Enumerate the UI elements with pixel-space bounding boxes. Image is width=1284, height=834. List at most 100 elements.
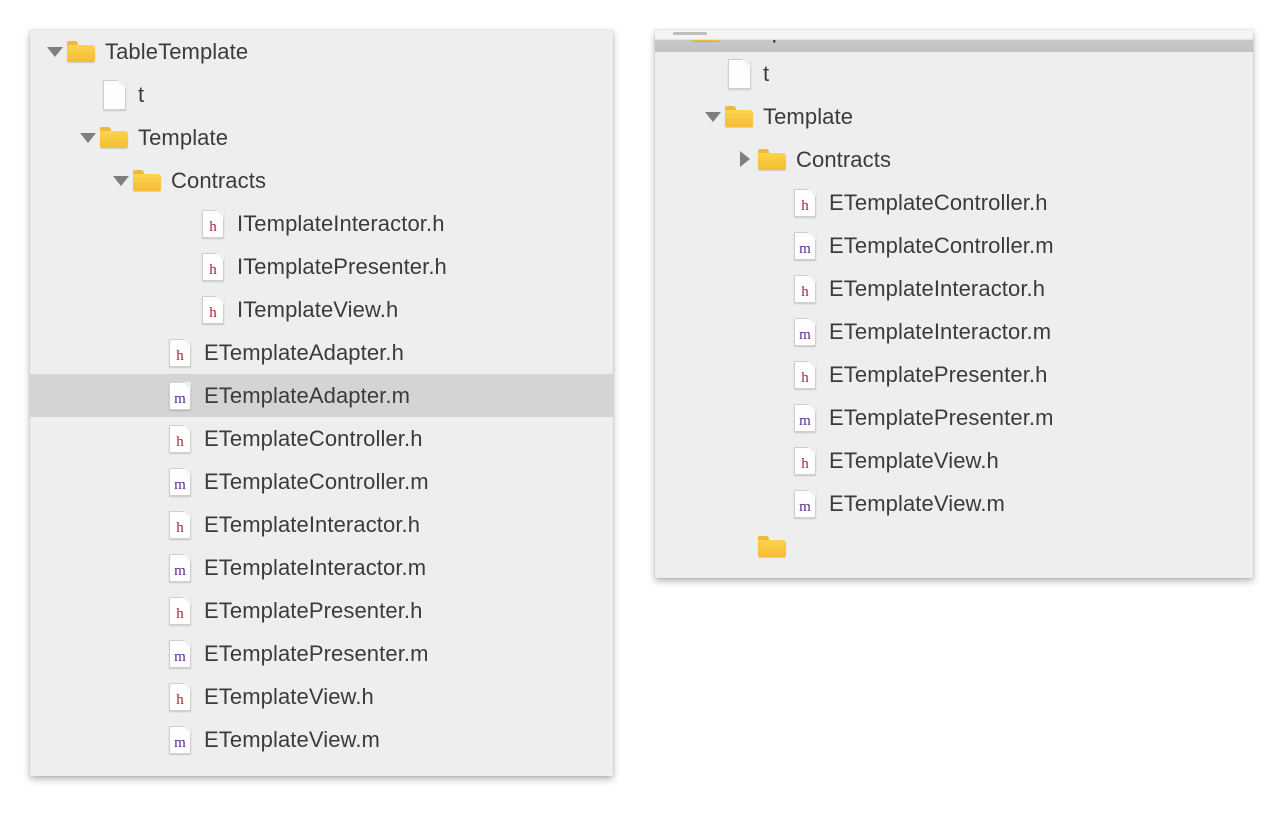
tree-row-label: ETemplateAdapter.h xyxy=(204,339,404,365)
tree-row[interactable]: h ETemplateController.h xyxy=(655,181,1253,224)
tree-row-label: Contracts xyxy=(171,167,267,193)
tree-row[interactable]: h ETemplatePresenter.h xyxy=(655,353,1253,396)
document-icon xyxy=(724,58,754,89)
folder-icon xyxy=(724,102,754,132)
tree-row[interactable]: m ETemplateAdapter.m xyxy=(30,374,613,417)
tree-row-label: ETemplateView.m xyxy=(204,726,380,752)
tree-row[interactable]: m ETemplateInteractor.m xyxy=(655,310,1253,353)
header-file-icon: h xyxy=(790,274,820,304)
tree-row-label: ETemplatePresenter.m xyxy=(204,640,429,666)
tree-row[interactable]: h ETemplateView.h xyxy=(655,439,1253,482)
header-file-icon: h xyxy=(165,338,195,368)
tree-row[interactable]: h ETemplateController.h xyxy=(30,417,613,460)
row-indent xyxy=(30,309,176,310)
header-file-icon: h xyxy=(790,446,820,476)
tree-row[interactable] xyxy=(655,525,1253,568)
disclosure-triangle-expanded-icon[interactable] xyxy=(702,95,724,138)
tree-row[interactable]: h ITemplateInteractor.h xyxy=(30,202,613,245)
disclosure-triangle-expanded-icon[interactable] xyxy=(110,159,132,202)
disclosure-triangle-expanded-icon[interactable] xyxy=(77,116,99,159)
tree-row-label: ETemplateController.h xyxy=(204,425,423,451)
disclosure-triangle-collapsed-icon[interactable] xyxy=(735,138,757,181)
file-tree-left[interactable]: TableTemplate t Template Contracts h ITemplat… xyxy=(30,30,613,761)
row-indent xyxy=(30,696,143,697)
tree-row[interactable]: h ETemplateAdapter.h xyxy=(30,331,613,374)
row-indent xyxy=(30,51,44,52)
row-indent xyxy=(30,352,143,353)
disclosure-triangle-expanded-icon[interactable] xyxy=(44,30,66,73)
tree-row[interactable]: m ETemplatePresenter.m xyxy=(30,632,613,675)
header-file-icon: h xyxy=(165,424,195,454)
tree-row[interactable]: h ITemplatePresenter.h xyxy=(30,245,613,288)
tree-row-label: ETemplatePresenter.m xyxy=(829,404,1054,430)
tree-row[interactable]: Template xyxy=(30,116,613,159)
row-indent xyxy=(30,481,143,482)
row-indent xyxy=(30,610,143,611)
tree-row[interactable]: h ETemplatePresenter.h xyxy=(30,589,613,632)
row-indent xyxy=(30,395,143,396)
row-indent xyxy=(655,159,735,160)
tree-row-label: ETemplateView.h xyxy=(829,447,999,473)
document-icon xyxy=(99,79,129,110)
tree-row-label: t xyxy=(138,81,145,107)
tree-row[interactable]: h ETemplateInteractor.h xyxy=(655,267,1253,310)
row-indent xyxy=(30,266,176,267)
tree-row[interactable]: Template xyxy=(655,95,1253,138)
tree-row[interactable]: m ETemplateInteractor.m xyxy=(30,546,613,589)
header-file-icon: h xyxy=(790,360,820,390)
row-indent xyxy=(30,653,143,654)
tree-row[interactable]: TableTemplate xyxy=(30,30,613,73)
clipped-row-stub xyxy=(673,32,707,35)
row-indent xyxy=(655,374,768,375)
file-tree-right[interactable]: TemplatetTemplateContractshETemplateCont… xyxy=(655,30,1253,568)
tree-row-label: ITemplateInteractor.h xyxy=(237,210,445,236)
folder-icon xyxy=(99,123,129,153)
tree-row[interactable]: h ETemplateView.h xyxy=(30,675,613,718)
row-indent xyxy=(30,137,77,138)
source-file-icon: m xyxy=(790,403,820,433)
row-indent xyxy=(655,503,768,504)
tree-row[interactable]: m ETemplatePresenter.m xyxy=(655,396,1253,439)
header-file-icon: h xyxy=(165,596,195,626)
row-indent xyxy=(655,245,768,246)
row-indent xyxy=(655,288,768,289)
tree-row[interactable]: h ITemplateView.h xyxy=(30,288,613,331)
tree-row[interactable]: m ETemplateController.m xyxy=(30,460,613,503)
tree-row-label: Contracts xyxy=(796,146,892,172)
folder-icon xyxy=(132,166,162,196)
source-file-icon: m xyxy=(165,725,195,755)
folder-icon xyxy=(757,532,787,562)
tree-row[interactable]: m ETemplateView.m xyxy=(655,482,1253,525)
tree-row[interactable]: t xyxy=(655,52,1253,95)
tree-row-label: Template xyxy=(138,124,229,150)
row-indent xyxy=(655,460,768,461)
project-navigator-panel-right[interactable]: TemplatetTemplateContractshETemplateCont… xyxy=(655,30,1253,578)
tree-row-label: Template xyxy=(763,103,854,129)
tree-row[interactable]: Contracts xyxy=(30,159,613,202)
project-navigator-panel-left[interactable]: TableTemplate t Template Contracts h ITemplat… xyxy=(30,30,613,776)
tree-row[interactable]: m ETemplateView.m xyxy=(30,718,613,761)
tree-row[interactable]: h ETemplateInteractor.h xyxy=(30,503,613,546)
tree-row[interactable]: t xyxy=(30,73,613,116)
source-file-icon: m xyxy=(790,231,820,261)
tree-row[interactable]: Contracts xyxy=(655,138,1253,181)
tree-row-label: ITemplateView.h xyxy=(237,296,399,322)
row-indent xyxy=(655,546,735,547)
tree-row[interactable]: m ETemplateController.m xyxy=(655,224,1253,267)
